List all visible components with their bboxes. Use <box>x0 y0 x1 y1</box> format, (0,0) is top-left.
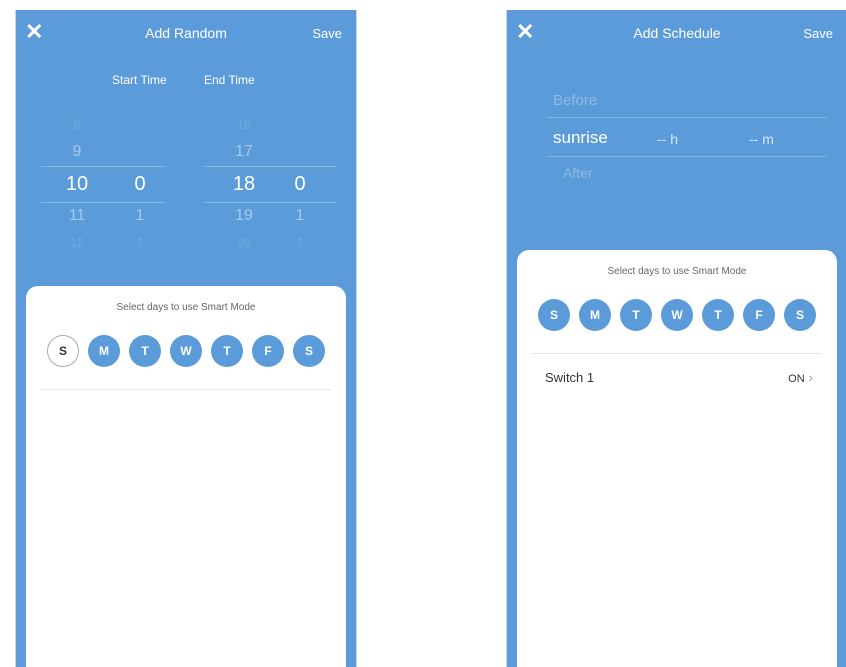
selection-line <box>547 117 827 118</box>
wheel-item: 12 <box>70 236 84 250</box>
minutes-picker[interactable]: -- m <box>749 131 774 147</box>
switch-status: ON <box>788 372 805 385</box>
wheel-item: 9 <box>72 143 82 160</box>
days-sheet: Select days to use Smart Mode S M T W T … <box>517 250 837 667</box>
end-minute-wheel[interactable]: 0 0 1 2 <box>264 114 336 254</box>
day-monday[interactable]: M <box>88 335 120 367</box>
page-title: Add Random <box>145 25 227 41</box>
wheel-item: 2 <box>296 236 304 250</box>
wheel-item-selected: 0 <box>134 173 146 195</box>
sheet-title: Select days to use Smart Mode <box>116 302 256 313</box>
option-after[interactable]: After <box>563 165 593 181</box>
day-wednesday[interactable]: W <box>661 299 693 331</box>
chevron-right-icon: › <box>808 369 813 385</box>
end-time-label: End Time <box>204 73 255 87</box>
day-wednesday[interactable]: W <box>170 335 202 367</box>
option-sunrise[interactable]: sunrise <box>553 128 608 148</box>
nav-bar: ✕ Add Random Save <box>16 10 356 56</box>
wheel-item: 1 <box>295 207 305 224</box>
day-saturday[interactable]: S <box>293 335 325 367</box>
wheel-item: 8 <box>73 118 81 132</box>
add-schedule-screen: ✕ Add Schedule Save Before sunrise -- h … <box>506 10 846 667</box>
day-selector: S M T W T F S <box>26 335 346 367</box>
add-random-screen: ✕ Add Random Save Start Time End Time 8 … <box>15 10 357 667</box>
day-thursday[interactable]: T <box>702 299 734 331</box>
start-hour-wheel[interactable]: 8 9 10 11 12 <box>41 114 113 254</box>
wheel-item: 11 <box>68 207 86 224</box>
start-minute-wheel[interactable]: 0 0 1 2 <box>104 114 176 254</box>
wheel-item: 1 <box>135 207 145 224</box>
day-friday[interactable]: F <box>252 335 284 367</box>
day-tuesday[interactable]: T <box>129 335 161 367</box>
nav-bar: ✕ Add Schedule Save <box>507 10 846 56</box>
switch-row[interactable]: Switch 1 ON › <box>517 354 837 400</box>
switch-label: Switch 1 <box>545 369 595 385</box>
option-before[interactable]: Before <box>553 92 597 109</box>
wheel-item-selected: 10 <box>65 173 89 195</box>
day-sunday[interactable]: S <box>538 299 570 331</box>
day-friday[interactable]: F <box>743 299 775 331</box>
switch-value: ON › <box>788 370 813 385</box>
wheel-item-selected: 0 <box>294 173 306 195</box>
days-sheet: Select days to use Smart Mode S M T W T … <box>26 286 346 667</box>
day-sunday[interactable]: S <box>47 335 79 367</box>
day-saturday[interactable]: S <box>784 299 816 331</box>
hours-picker[interactable]: -- h <box>657 131 678 147</box>
save-button[interactable]: Save <box>312 26 342 41</box>
day-tuesday[interactable]: T <box>620 299 652 331</box>
wheel-item: 2 <box>136 236 144 250</box>
day-thursday[interactable]: T <box>211 335 243 367</box>
start-time-label: Start Time <box>112 73 167 87</box>
day-selector: S M T W T F S <box>517 299 837 331</box>
save-button[interactable]: Save <box>803 26 833 41</box>
day-monday[interactable]: M <box>579 299 611 331</box>
selection-line <box>547 156 827 157</box>
divider <box>41 389 331 390</box>
sheet-title: Select days to use Smart Mode <box>607 266 747 277</box>
page-title: Add Schedule <box>633 25 721 41</box>
